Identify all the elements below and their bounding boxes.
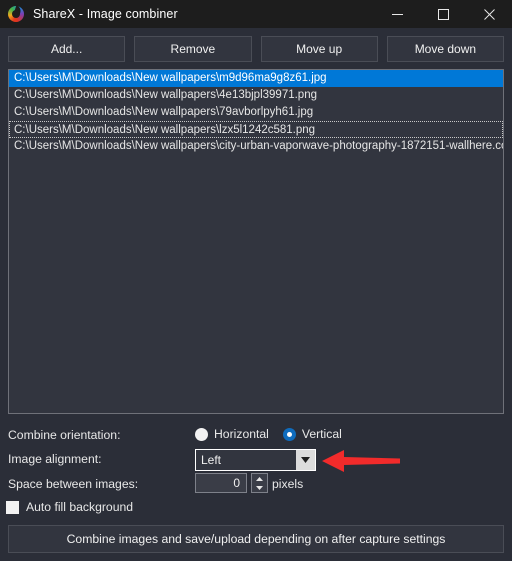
- move-up-button[interactable]: Move up: [260, 36, 378, 62]
- image-alignment-select[interactable]: Left: [195, 449, 316, 471]
- image-alignment-value: Left: [196, 450, 296, 470]
- move-down-button[interactable]: Move down: [386, 36, 504, 62]
- radio-horizontal-icon: [195, 427, 208, 441]
- add-button[interactable]: Add...: [8, 36, 126, 62]
- pixels-unit-label: pixels: [272, 477, 304, 491]
- combine-orientation-radio-group: Horizontal Vertical: [195, 427, 342, 441]
- radio-horizontal[interactable]: Horizontal: [195, 427, 269, 441]
- list-item[interactable]: C:\Users\M\Downloads\New wallpapers\4e13…: [9, 87, 503, 104]
- sharex-logo-icon: [8, 6, 24, 22]
- combine-orientation-label: Combine orientation:: [8, 428, 121, 442]
- space-between-images-stepper[interactable]: 0: [195, 473, 268, 493]
- radio-vertical-icon: [282, 427, 296, 441]
- list-item[interactable]: C:\Users\M\Downloads\New wallpapers\lzx5…: [9, 121, 503, 138]
- stepper-up-icon[interactable]: [252, 474, 267, 483]
- stepper-down-icon[interactable]: [252, 483, 267, 492]
- radio-vertical-label: Vertical: [301, 427, 342, 441]
- window-controls: [374, 0, 512, 28]
- auto-fill-background-checkbox[interactable]: [6, 500, 19, 514]
- close-icon[interactable]: [466, 0, 512, 28]
- chevron-down-icon[interactable]: [296, 450, 315, 470]
- list-item[interactable]: C:\Users\M\Downloads\New wallpapers\city…: [9, 138, 503, 155]
- space-between-images-input[interactable]: 0: [195, 473, 247, 493]
- radio-vertical[interactable]: Vertical: [282, 427, 342, 441]
- sharex-image-combiner-window: ShareX - Image combiner Add... Remove Mo…: [0, 0, 512, 561]
- space-between-images-label: Space between images:: [8, 477, 139, 491]
- list-item[interactable]: C:\Users\M\Downloads\New wallpapers\m9d9…: [9, 70, 503, 87]
- radio-horizontal-label: Horizontal: [214, 427, 269, 441]
- maximize-icon[interactable]: [420, 0, 466, 28]
- window-title: ShareX - Image combiner: [33, 7, 178, 21]
- list-item[interactable]: C:\Users\M\Downloads\New wallpapers\79av…: [9, 104, 503, 121]
- red-arrow-annotation: [322, 450, 400, 472]
- stepper-buttons: [251, 473, 268, 493]
- image-alignment-label: Image alignment:: [8, 452, 102, 466]
- remove-button[interactable]: Remove: [134, 36, 252, 62]
- auto-fill-background-label: Auto fill background: [26, 500, 134, 514]
- combine-images-button[interactable]: Combine images and save/upload depending…: [8, 525, 504, 553]
- file-list[interactable]: C:\Users\M\Downloads\New wallpapers\m9d9…: [8, 69, 504, 414]
- title-bar: ShareX - Image combiner: [0, 0, 512, 28]
- minimize-icon[interactable]: [374, 0, 420, 28]
- auto-fill-background-row[interactable]: Auto fill background: [6, 500, 133, 514]
- toolbar: Add... Remove Move up Move down: [8, 36, 504, 62]
